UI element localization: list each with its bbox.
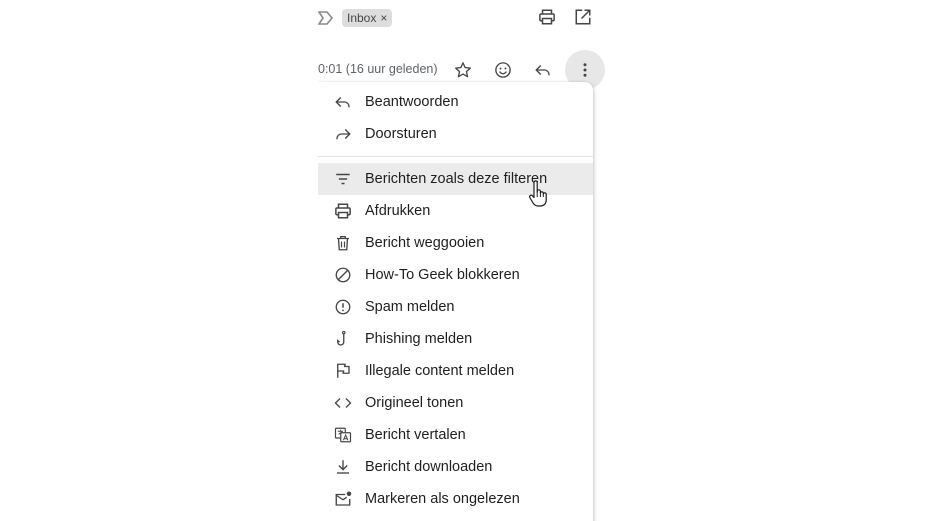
print-icon [333,201,353,221]
menu-item-label: Bericht vertalen [365,427,466,443]
menu-item-download-message[interactable]: Bericht downloaden [318,451,593,483]
menu-item-report-phishing[interactable]: Phishing melden [318,323,593,355]
remove-label-button[interactable]: × [380,11,387,25]
menu-item-report-illegal-content[interactable]: Illegale content melden [318,355,593,387]
open-in-new-window-button[interactable] [571,5,595,29]
menu-item-label: Afdrukken [365,203,431,219]
menu-item-label: Beantwoorden [365,94,459,110]
download-icon [333,457,353,477]
print-all-button[interactable] [535,5,559,29]
hand-pointer-cursor-icon [528,180,548,208]
label-chip-text: Inbox [347,11,377,25]
more-options-menu: Beantwoorden Doorsturen Berichten zoals … [318,82,593,521]
menu-item-label: Origineel tonen [365,395,464,411]
filter-icon [333,169,353,189]
menu-item-label: Illegale content melden [365,363,515,379]
print-icon [538,8,556,26]
menu-item-label: How-To Geek blokkeren [365,267,520,283]
reply-button[interactable] [531,58,555,82]
phishing-hook-icon [333,329,353,349]
menu-item-translate-message[interactable]: Bericht vertalen [318,419,593,451]
add-reaction-button[interactable] [491,58,515,82]
menu-item-reply[interactable]: Beantwoorden [318,86,593,118]
menu-item-label: Bericht downloaden [365,459,493,475]
menu-item-print[interactable]: Afdrukken [318,195,593,227]
block-icon [333,265,353,285]
spam-icon [333,297,353,317]
star-button[interactable] [451,58,475,82]
menu-item-filter-messages[interactable]: Berichten zoals deze filteren [318,163,593,195]
mark-unread-icon [333,489,353,509]
star-icon [454,61,472,79]
important-marker-icon[interactable] [318,10,334,26]
menu-item-label: Markeren als ongelezen [365,491,520,507]
open-in-new-icon [574,8,592,26]
menu-item-label: Phishing melden [365,331,473,347]
menu-divider [318,156,593,157]
menu-item-label: Spam melden [365,299,455,315]
reply-icon [333,92,353,112]
reply-icon [534,61,552,79]
email-view: Inbox × 0:01 (16 uur geleden) Beantwoord… [318,0,608,521]
menu-item-label: Bericht weggooien [365,235,485,251]
translate-icon [333,425,353,445]
menu-item-report-spam[interactable]: Spam melden [318,291,593,323]
emoji-icon [494,61,512,79]
more-vert-icon [576,61,594,79]
menu-item-forward[interactable]: Doorsturen [318,118,593,150]
menu-item-show-original[interactable]: Origineel tonen [318,387,593,419]
menu-item-label: Doorsturen [365,126,437,142]
forward-icon [333,124,353,144]
flag-icon [333,361,353,381]
menu-item-delete-message[interactable]: Bericht weggooien [318,227,593,259]
label-chip-inbox: Inbox × [342,9,393,27]
menu-item-mark-unread[interactable]: Markeren als ongelezen [318,483,593,515]
trash-icon [333,233,353,253]
menu-item-block-sender[interactable]: How-To Geek blokkeren [318,259,593,291]
message-timestamp: 0:01 (16 uur geleden) [318,62,438,76]
code-icon [333,393,353,413]
menu-item-label: Berichten zoals deze filteren [365,171,548,187]
